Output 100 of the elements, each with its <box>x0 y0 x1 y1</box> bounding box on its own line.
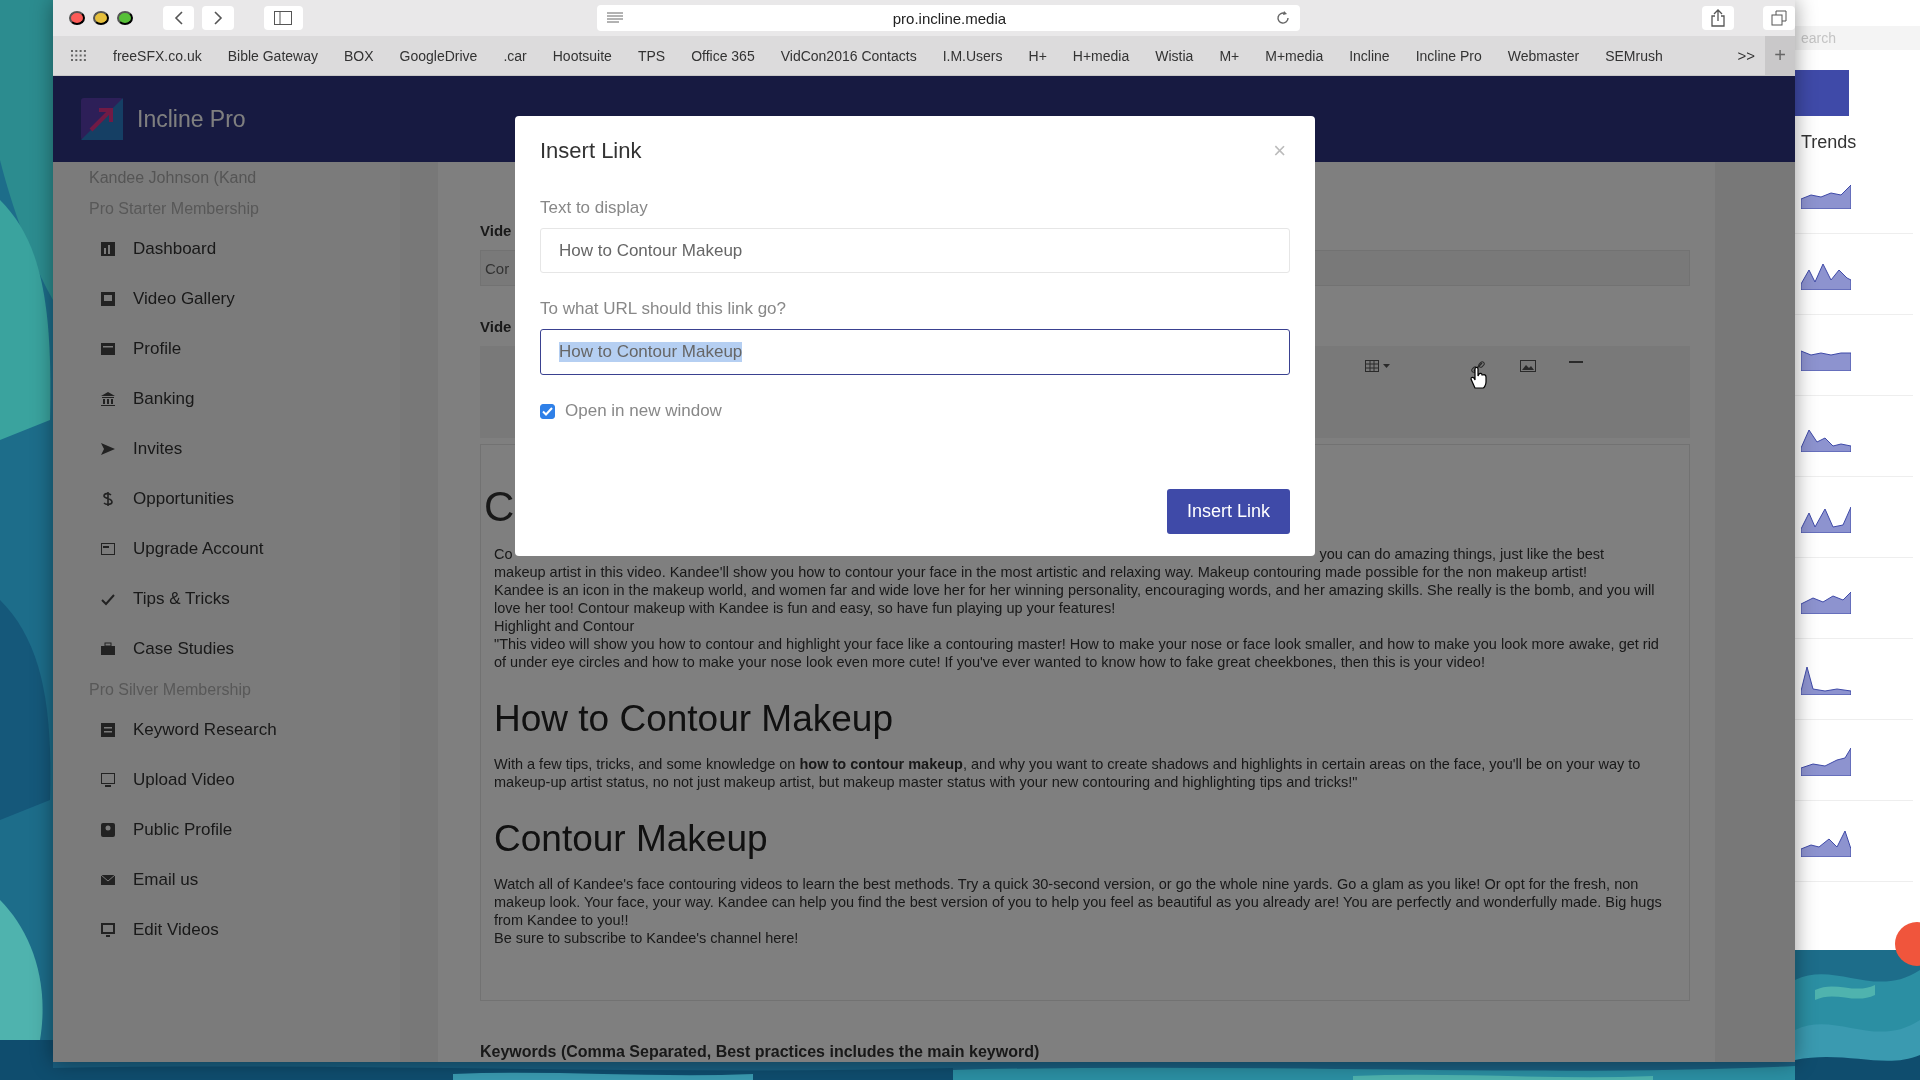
bookmark-link[interactable]: H+ <box>1028 47 1047 64</box>
bookmark-link[interactable]: M+media <box>1265 47 1324 64</box>
sidebar-item-label: Upgrade Account <box>133 539 264 559</box>
checkbox[interactable] <box>540 403 555 419</box>
paragraph-text: Co <box>494 545 513 563</box>
sidebar-item[interactable]: Banking <box>89 374 400 424</box>
bookmark-link[interactable]: SEMrush <box>1605 47 1663 64</box>
sidebar-item[interactable]: Upgrade Account <box>89 524 400 574</box>
sidebar-item-label: Opportunities <box>133 489 235 509</box>
bookmark-link[interactable]: .car <box>503 47 527 64</box>
send-icon <box>101 442 115 456</box>
close-button[interactable] <box>69 11 85 25</box>
grid-icon[interactable] <box>71 49 87 62</box>
share-button[interactable] <box>1702 6 1734 30</box>
envelope-icon <box>101 873 115 887</box>
minimize-button[interactable] <box>93 11 109 25</box>
checkmark-icon <box>542 406 553 416</box>
sidebar-item-label: Keyword Research <box>133 720 277 740</box>
zoom-button[interactable] <box>117 11 133 25</box>
tabs-button[interactable] <box>1763 6 1795 30</box>
sidebar-button[interactable] <box>263 6 303 30</box>
paragraph-text: makeup artist in this video. Kandee'll show you how to contour your face in the most artistic and relaxing way. Makeup contouring made possible for the non makeup artist! <box>494 563 1588 581</box>
share-icon <box>1710 9 1725 27</box>
caret-icon[interactable] <box>1383 364 1390 368</box>
sidebar-item-label: Video Gallery <box>133 289 235 309</box>
paragraph-text: Be sure to subscribe to Kandee's channel here! <box>494 929 800 947</box>
chevron-right-icon <box>213 10 224 26</box>
chevron-left-icon <box>173 10 184 26</box>
id-card-icon <box>101 342 115 356</box>
sidebar-item-label: Invites <box>133 439 183 459</box>
monitor-icon <box>101 773 115 787</box>
logo-icon <box>81 98 123 140</box>
forward-button[interactable] <box>202 6 234 30</box>
sidebar-item-label: Profile <box>133 339 182 359</box>
bookmark-link[interactable]: VidCon2016 Contacts <box>780 47 917 64</box>
sidebar-item[interactable]: Email us <box>89 855 400 905</box>
sidebar-item[interactable]: Edit Videos <box>89 905 400 955</box>
more-bookmarks-button[interactable]: >> <box>1737 47 1755 64</box>
sidebar-item[interactable]: Public Profile <box>89 805 400 855</box>
bookmark-link[interactable]: Bible Gateway <box>227 47 318 64</box>
bookmark-link[interactable]: Wistia <box>1155 47 1194 64</box>
sidebar-item-label: Case Studies <box>133 639 235 659</box>
card-icon <box>101 542 115 556</box>
field-label: Text to display <box>540 198 649 218</box>
text-field[interactable]: How to Contour Makeup <box>540 228 1290 273</box>
paragraph-text: With a few tips, tricks, and some knowledge on how to contour makeup, and why you want to create shadows and highlights in certain areas on the face, you'll be on your way to makeup-up artist status, no not just makeup artist, but makeup master status with your new contouring and highlighting tips and tricks!" <box>494 755 1642 791</box>
paragraph-text: Highlight and Contour <box>494 617 636 635</box>
sidebar-item-label: Tips & Tricks <box>133 589 230 609</box>
heading-text: C <box>484 482 515 532</box>
sidebar-item[interactable]: Invites <box>89 424 400 474</box>
field-label: Vide <box>480 222 512 239</box>
sidebar-item[interactable]: Opportunities <box>89 474 400 524</box>
bookmark-link[interactable]: freeSFX.co.uk <box>113 47 202 64</box>
bookmark-link[interactable]: H+media <box>1072 47 1130 64</box>
bookmark-link[interactable]: I.M.Users <box>942 47 1003 64</box>
hand-cursor-icon <box>1470 367 1488 389</box>
bookmark-link[interactable]: GoogleDrive <box>399 47 478 64</box>
check-icon <box>101 592 115 606</box>
tabs-icon <box>1771 10 1788 26</box>
dollar-icon <box>101 492 115 506</box>
sidebar-item[interactable]: Keyword Research <box>89 705 400 755</box>
sidebar-item-label: Dashboard <box>133 239 217 259</box>
sidebar-icon <box>274 11 293 25</box>
bookmark-link[interactable]: M+ <box>1219 47 1240 64</box>
sidebar-item[interactable]: Tips & Tricks <box>89 574 400 624</box>
insert-link-button[interactable]: Insert Link <box>1166 489 1290 534</box>
url-field[interactable]: How to Contour Makeup <box>540 329 1290 375</box>
bookmark-link[interactable]: Incline Pro <box>1415 47 1482 64</box>
sidebar-item[interactable]: Upload Video <box>89 755 400 805</box>
paragraph-text: Kandee is an icon in the makeup world, and women far and wide love her for her winning personality, encouraging words, and her amazing skills. She really is the bomb, and you will love her too! Contour makeup with Kandee is fun and easy, so have fun playing up your features! <box>494 581 1656 617</box>
bookmark-link[interactable]: Webmaster <box>1507 47 1580 64</box>
bookmark-link[interactable]: Incline <box>1349 47 1390 64</box>
sidebar-item-label: Upload Video <box>133 770 235 790</box>
sidebar-item[interactable]: Case Studies <box>89 624 400 674</box>
horizontal-rule-icon[interactable] <box>1569 360 1583 364</box>
sidebar-item[interactable]: Dashboard <box>89 224 400 274</box>
bookmark-link[interactable]: Office 365 <box>691 47 755 64</box>
contact-icon <box>101 823 115 837</box>
chart-icon <box>101 242 115 256</box>
heading-text: Contour Makeup <box>494 817 769 861</box>
sidebar-item[interactable]: Video Gallery <box>89 274 400 324</box>
image-icon[interactable] <box>1520 360 1536 372</box>
back-button[interactable] <box>162 6 195 30</box>
sidebar-item-label: Email us <box>133 870 199 890</box>
document-icon <box>101 723 115 737</box>
heading-text: How to Contour Makeup <box>494 697 894 741</box>
table-icon[interactable] <box>1365 360 1379 372</box>
reader-icon <box>606 12 623 24</box>
bookmark-link[interactable]: Hootsuite <box>552 47 612 64</box>
bookmark-link[interactable]: TPS <box>637 47 666 64</box>
paragraph-text: Watch all of Kandee's face contouring videos to learn the best methods. Try a quick 30-second version, or go the whole nine yards. Go a glam as you like! Or opt for the fresh, non makeup look. Your face, your way. Kandee can help you find the best version of you to help you feel as beautiful as you already are! You are perfectly and wonderfully made. Big hugs from Kandee to you!! <box>494 875 1663 929</box>
film-icon <box>101 292 115 306</box>
paragraph-text: "This video will show you how to contour and highlight your face like a contouring master! How to make your nose or face look smaller, and how to make you look more awake, get rid of under eye circles and how to make your nose look even more cute! If you've ever wanted to know how to fake great cheekbones, then this is your video! <box>494 635 1660 671</box>
sidebar-item-label: Banking <box>133 389 195 409</box>
reload-icon <box>1276 11 1291 25</box>
section-title: Trends <box>1801 132 1857 153</box>
sidebar-item[interactable]: Profile <box>89 324 400 374</box>
address-bar[interactable]: pro.incline.media <box>596 5 1301 31</box>
dialog-title: Insert Link <box>540 138 642 164</box>
bookmark-link[interactable]: BOX <box>344 47 374 64</box>
